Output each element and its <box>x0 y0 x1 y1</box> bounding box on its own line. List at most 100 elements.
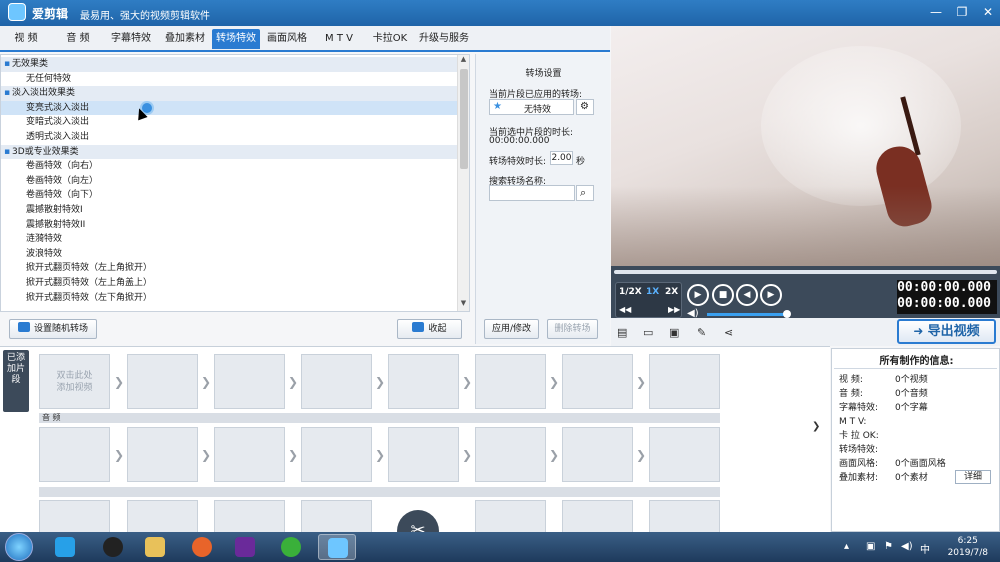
list-item[interactable]: 透明式淡入淡出 <box>1 130 457 145</box>
list-scrollbar[interactable]: ▲ ▼ <box>457 55 469 311</box>
clip-slot[interactable] <box>649 427 720 482</box>
taskbar-app-explorer[interactable] <box>136 534 174 560</box>
tab-mtv[interactable]: M T V <box>316 29 362 49</box>
clip-slot[interactable] <box>562 354 633 409</box>
tray-network-icon[interactable]: ▣ <box>866 541 875 552</box>
clip-slot[interactable] <box>39 427 110 482</box>
tab-karaoke[interactable]: 卡拉OK <box>368 29 412 49</box>
list-item[interactable]: 震撼散射特效II <box>1 218 457 233</box>
export-video-button[interactable]: ➜ 导出视频 <box>897 319 996 344</box>
clip-slot[interactable] <box>475 354 546 409</box>
clip-slot[interactable] <box>214 500 285 533</box>
taskbar-app-green[interactable] <box>272 534 310 560</box>
random-transition-button[interactable]: 设置随机转场 <box>9 319 97 339</box>
start-button-icon[interactable] <box>5 533 33 561</box>
save-icon[interactable]: ▣ <box>669 326 679 339</box>
tab-upgrade[interactable]: 升级与服务 <box>416 29 472 49</box>
save-as-icon[interactable]: ✎ <box>697 326 706 339</box>
clip-slot[interactable] <box>649 354 720 409</box>
clip-slot[interactable] <box>214 354 285 409</box>
rewind-icon[interactable]: ◀◀ <box>619 305 631 314</box>
clip-slot[interactable] <box>475 500 546 533</box>
list-item[interactable]: 涟漪特效 <box>1 232 457 247</box>
share-icon[interactable]: ⋖ <box>724 326 733 339</box>
maximize-icon[interactable]: ❐ <box>950 3 974 21</box>
volume-knob[interactable] <box>783 310 791 318</box>
favorite-button[interactable]: 收起 <box>397 319 462 339</box>
category-row[interactable]: ▪ 3D或专业效果类 <box>1 144 457 160</box>
tray-flag-icon[interactable]: ⚑ <box>884 541 893 552</box>
clip-slot[interactable] <box>388 427 459 482</box>
taskbar-app-firefox[interactable] <box>183 534 221 560</box>
tab-audio[interactable]: 音 频 <box>56 29 100 49</box>
effect-length-input[interactable]: 2.00 <box>550 151 573 165</box>
list-item[interactable]: 掀开式翻页特效（左下角掀开） <box>1 291 457 306</box>
list-item-selected[interactable]: 变亮式淡入淡出 <box>1 100 457 116</box>
new-project-icon[interactable]: ▤ <box>617 326 627 339</box>
list-item[interactable]: 震撼散射特效I <box>1 203 457 218</box>
tray-ime-icon[interactable]: 中 <box>920 541 930 556</box>
taskbar-clock[interactable]: 6:25 2019/7/8 <box>948 535 988 559</box>
clip-slot[interactable] <box>475 427 546 482</box>
clip-slot[interactable] <box>301 427 372 482</box>
clip-slot[interactable] <box>649 500 720 533</box>
apply-button[interactable]: 应用/修改 <box>484 319 539 339</box>
info-row-transition: 转场特效: <box>839 443 895 457</box>
clip-slot[interactable] <box>127 354 198 409</box>
taskbar-app-aijianji[interactable] <box>318 534 356 560</box>
clip-slot[interactable] <box>214 427 285 482</box>
taskbar-app-player[interactable] <box>46 534 84 560</box>
clear-transition-button[interactable]: ⚙ <box>576 99 594 115</box>
delete-transition-button[interactable]: 删除转场 <box>547 319 598 339</box>
tab-transition[interactable]: 转场特效 <box>212 29 260 49</box>
category-row[interactable]: ▪ 无效果类 <box>1 57 457 72</box>
speed-1x[interactable]: 1X <box>646 287 659 297</box>
tab-overlay[interactable]: 叠加素材 <box>160 29 210 49</box>
play-icon[interactable]: ▶ <box>687 284 709 306</box>
progress-bar[interactable] <box>614 270 997 274</box>
tab-video[interactable]: 视 频 <box>4 29 48 49</box>
category-row[interactable]: ▪ 淡入淡出效果类 <box>1 86 457 101</box>
speed-2x[interactable]: 2X <box>665 287 678 297</box>
taskbar-app-qq[interactable] <box>94 534 132 560</box>
scroll-up-icon[interactable]: ▲ <box>458 55 469 67</box>
list-item[interactable]: 卷画特效（向下） <box>1 188 457 203</box>
scroll-down-icon[interactable]: ▼ <box>458 299 469 311</box>
minimize-icon[interactable]: — <box>924 3 948 21</box>
taskbar-app-video[interactable] <box>226 534 264 560</box>
list-item[interactable]: 波浪特效 <box>1 247 457 262</box>
added-clips-tab[interactable]: 已添加片段 <box>3 350 29 412</box>
clip-slot[interactable] <box>562 500 633 533</box>
speed-half[interactable]: 1/2X <box>619 287 642 297</box>
fast-forward-icon[interactable]: ▶▶ <box>668 305 680 314</box>
detail-button[interactable]: 详细 <box>955 470 991 484</box>
clip-slot[interactable] <box>562 427 633 482</box>
prev-frame-icon[interactable]: ◀ <box>736 284 758 306</box>
close-icon[interactable]: ✕ <box>976 3 1000 21</box>
search-input[interactable] <box>489 185 575 201</box>
search-button[interactable]: ⌕ <box>576 185 594 201</box>
tray-volume-icon[interactable]: ◀) <box>901 541 913 552</box>
clip-slot[interactable] <box>301 500 372 533</box>
clip-slot[interactable] <box>39 500 110 533</box>
add-video-slot[interactable]: 双击此处 添加视频 <box>39 354 110 409</box>
stop-icon[interactable]: ■ <box>712 284 734 306</box>
tab-style[interactable]: 画面风格 <box>262 29 312 49</box>
tab-subtitle[interactable]: 字幕特效 <box>106 29 156 49</box>
list-item[interactable]: 无任何特效 <box>1 72 457 87</box>
list-item[interactable]: 掀开式翻页特效（左上角盖上） <box>1 276 457 291</box>
volume-slider[interactable] <box>707 310 791 318</box>
list-item[interactable]: 变暗式淡入淡出 <box>1 115 457 130</box>
expand-panel-icon[interactable]: ❯ <box>812 421 822 461</box>
tray-up-icon[interactable]: ▴ <box>844 541 849 552</box>
list-item[interactable]: 卷画特效（向右） <box>1 159 457 174</box>
clip-slot[interactable] <box>301 354 372 409</box>
open-folder-icon[interactable]: ▭ <box>643 326 653 339</box>
next-frame-icon[interactable]: ▶ <box>760 284 782 306</box>
clip-slot[interactable] <box>388 354 459 409</box>
clip-slot[interactable] <box>127 500 198 533</box>
list-item[interactable]: 掀开式翻页特效（左上角掀开） <box>1 261 457 276</box>
scroll-thumb[interactable] <box>460 69 468 169</box>
list-item[interactable]: 卷画特效（向左） <box>1 174 457 189</box>
clip-slot[interactable] <box>127 427 198 482</box>
